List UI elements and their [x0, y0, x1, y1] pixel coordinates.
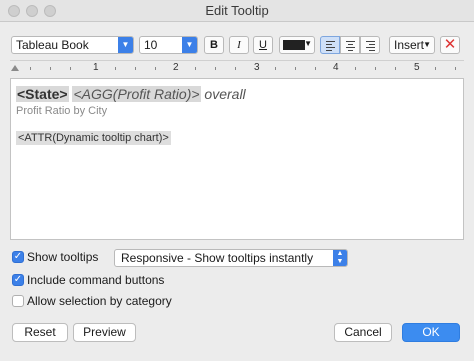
- profit-ratio-field-chip: <AGG(Profit Ratio)>: [72, 86, 201, 102]
- ruler-number: 2: [173, 62, 179, 73]
- tooltip-editor[interactable]: <State> <AGG(Profit Ratio)> overall Prof…: [10, 78, 464, 240]
- cancel-button[interactable]: Cancel: [334, 323, 392, 342]
- insert-label: Insert: [394, 38, 425, 52]
- window-title: Edit Tooltip: [205, 3, 269, 18]
- color-swatch: [283, 40, 305, 50]
- align-center-icon: [346, 41, 355, 53]
- italic-button[interactable]: I: [229, 36, 249, 54]
- text-color-button[interactable]: ▼: [279, 36, 315, 54]
- tooltip-title-line: <State> <AGG(Profit Ratio)> overall: [16, 86, 458, 102]
- tooltip-mode-select[interactable]: Responsive - Show tooltips instantly ▲ ▼: [114, 249, 348, 267]
- chevron-updown-icon: ▲ ▼: [333, 250, 347, 266]
- align-right-button[interactable]: [360, 36, 380, 54]
- align-center-button[interactable]: [340, 36, 360, 54]
- clear-formatting-button[interactable]: ✕: [440, 36, 460, 54]
- font-size-value: 10: [144, 38, 158, 52]
- reset-button[interactable]: Reset: [12, 323, 68, 342]
- preview-button[interactable]: Preview: [73, 323, 136, 342]
- include-command-buttons-label: Include command buttons: [27, 273, 165, 287]
- overall-text: overall: [200, 86, 246, 102]
- allow-selection-checkbox[interactable]: [12, 295, 24, 307]
- chevron-down-icon: ▼: [423, 40, 431, 49]
- chevron-down-icon: ▼: [182, 37, 197, 53]
- ruler-number: 4: [333, 62, 339, 73]
- show-tooltips-label: Show tooltips: [27, 250, 99, 264]
- close-icon: ✕: [443, 36, 457, 53]
- dynamic-chart-field-chip: <ATTR(Dynamic tooltip chart)>: [16, 131, 171, 145]
- allow-selection-label: Allow selection by category: [27, 294, 172, 308]
- ruler: 1 2 3 4 5: [10, 60, 464, 76]
- font-family-value: Tableau Book: [16, 38, 89, 52]
- underline-button[interactable]: U: [253, 36, 273, 54]
- font-size-select[interactable]: 10 ▼: [139, 36, 198, 54]
- indent-marker-icon[interactable]: [11, 65, 19, 71]
- ok-button[interactable]: OK: [402, 323, 460, 342]
- align-right-icon: [366, 41, 375, 53]
- title-bar: Edit Tooltip: [0, 0, 474, 22]
- include-command-buttons-checkbox[interactable]: ✓: [12, 274, 24, 286]
- chevron-down-icon: ▼: [118, 37, 133, 53]
- chevron-down-icon: ▼: [304, 39, 312, 48]
- insert-button[interactable]: Insert ▼: [389, 36, 435, 54]
- tooltip-subtitle: Profit Ratio by City: [16, 105, 108, 117]
- bold-button[interactable]: B: [204, 36, 224, 54]
- ruler-number: 5: [414, 62, 420, 73]
- show-tooltips-checkbox[interactable]: ✓: [12, 251, 24, 263]
- state-field-chip: <State>: [16, 86, 69, 102]
- tooltip-mode-value: Responsive - Show tooltips instantly: [121, 251, 314, 265]
- align-left-icon: [326, 41, 335, 53]
- align-left-button[interactable]: [320, 36, 340, 54]
- ruler-number: 3: [254, 62, 260, 73]
- font-family-select[interactable]: Tableau Book ▼: [11, 36, 134, 54]
- ruler-number: 1: [93, 62, 99, 73]
